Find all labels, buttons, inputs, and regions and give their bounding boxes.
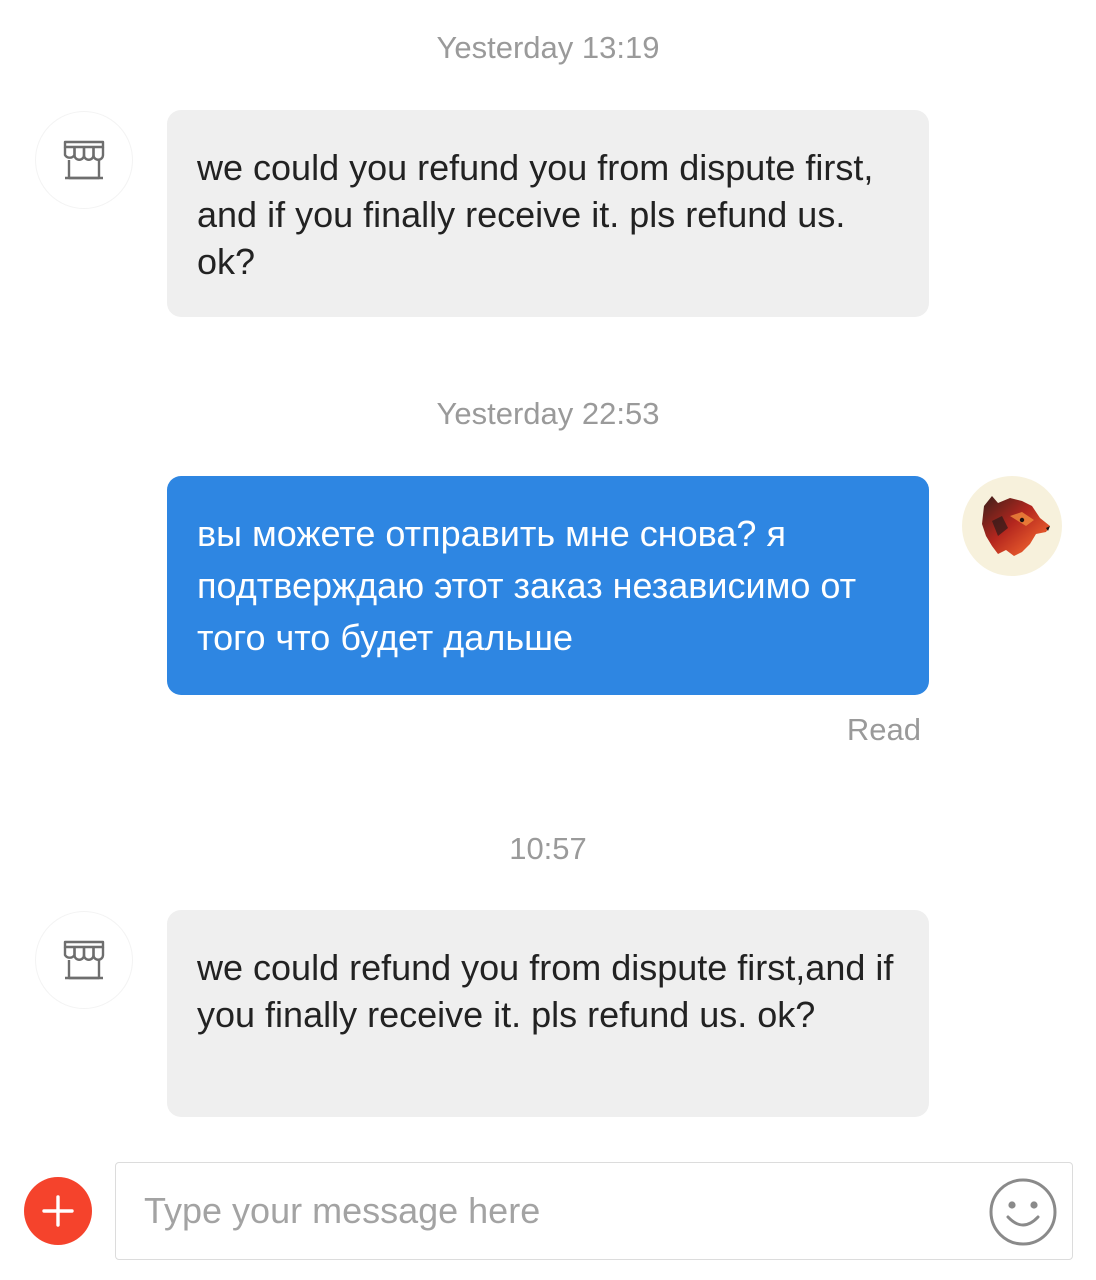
emoji-button[interactable]: [988, 1177, 1058, 1247]
outgoing-message-bubble[interactable]: вы можете отправить мне снова? я подтвер…: [167, 476, 929, 695]
add-attachment-button[interactable]: [24, 1177, 92, 1245]
chat-screen: Yesterday 13:19 we could you refund you …: [0, 0, 1096, 1280]
message-timestamp: Yesterday 22:53: [436, 396, 660, 431]
incoming-message-bubble[interactable]: we could you refund you from dispute fir…: [167, 110, 929, 317]
smiley-icon: [989, 1178, 1057, 1246]
plus-icon: [42, 1195, 74, 1227]
shop-avatar[interactable]: [36, 112, 132, 208]
incoming-message-bubble[interactable]: we could refund you from dispute first,a…: [167, 910, 929, 1117]
user-avatar[interactable]: [962, 476, 1062, 576]
message-text: we could you refund you from dispute fir…: [197, 147, 874, 282]
bear-avatar-icon: [982, 496, 1050, 556]
message-text: вы можете отправить мне снова? я подтвер…: [197, 513, 857, 658]
shop-icon: [63, 140, 105, 180]
message-timestamp: 10:57: [509, 831, 587, 866]
message-composer: [115, 1162, 1073, 1260]
shop-icon: [63, 940, 105, 980]
message-timestamp: Yesterday 13:19: [436, 30, 660, 65]
message-text: we could refund you from dispute first,a…: [197, 947, 894, 1035]
read-status: Read: [846, 712, 921, 747]
message-input[interactable]: [144, 1163, 964, 1259]
shop-avatar[interactable]: [36, 912, 132, 1008]
